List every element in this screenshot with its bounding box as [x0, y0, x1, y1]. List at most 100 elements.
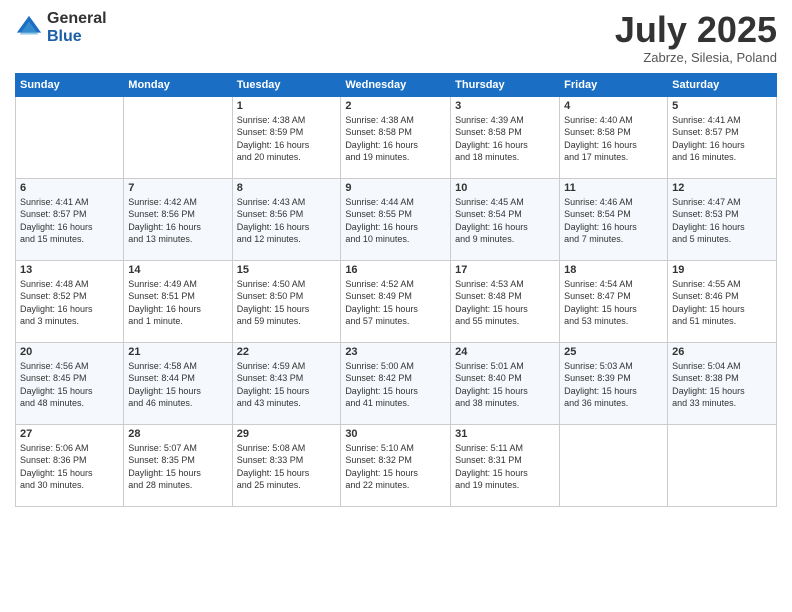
logo-blue: Blue [47, 28, 107, 46]
calendar-cell: 4 Sunrise: 4:40 AM Sunset: 8:58 PM Daylig… [560, 96, 668, 178]
title-block: July 2025 Zabrze, Silesia, Poland [615, 10, 777, 65]
calendar-cell: 9 Sunrise: 4:44 AM Sunset: 8:55 PM Daylig… [341, 178, 451, 260]
day-info: Sunrise: 4:38 AM Sunset: 8:59 PM Dayligh… [237, 114, 337, 164]
day-info: Sunrise: 4:38 AM Sunset: 8:58 PM Dayligh… [345, 114, 446, 164]
day-number: 5 [672, 100, 772, 112]
calendar-cell: 31 Sunrise: 5:11 AM Sunset: 8:31 PM Dayli… [451, 424, 560, 506]
calendar-week-0: 1 Sunrise: 4:38 AM Sunset: 8:59 PM Daylig… [16, 96, 777, 178]
calendar-cell: 30 Sunrise: 5:10 AM Sunset: 8:32 PM Dayli… [341, 424, 451, 506]
day-info: Sunrise: 5:00 AM Sunset: 8:42 PM Dayligh… [345, 360, 446, 410]
day-info: Sunrise: 4:41 AM Sunset: 8:57 PM Dayligh… [672, 114, 772, 164]
calendar-cell: 20 Sunrise: 4:56 AM Sunset: 8:45 PM Dayli… [16, 342, 124, 424]
calendar-cell: 10Sunrise: 4:45 AM Sunset: 8:54 PM Dayli… [451, 178, 560, 260]
col-monday: Monday [124, 73, 232, 96]
day-info: Sunrise: 4:39 AM Sunset: 8:58 PM Dayligh… [455, 114, 555, 164]
subtitle: Zabrze, Silesia, Poland [615, 50, 777, 65]
day-number: 4 [564, 100, 663, 112]
day-info: Sunrise: 5:06 AM Sunset: 8:36 PM Dayligh… [20, 442, 119, 492]
day-number: 26 [672, 346, 772, 358]
day-number: 15 [237, 264, 337, 276]
day-number: 16 [345, 264, 446, 276]
day-info: Sunrise: 4:47 AM Sunset: 8:53 PM Dayligh… [672, 196, 772, 246]
calendar-cell: 18Sunrise: 4:54 AM Sunset: 8:47 PM Dayli… [560, 260, 668, 342]
calendar-cell [668, 424, 777, 506]
calendar-cell: 28Sunrise: 5:07 AM Sunset: 8:35 PM Dayli… [124, 424, 232, 506]
day-number: 1 [237, 100, 337, 112]
day-info: Sunrise: 4:59 AM Sunset: 8:43 PM Dayligh… [237, 360, 337, 410]
calendar-week-1: 6 Sunrise: 4:41 AM Sunset: 8:57 PM Daylig… [16, 178, 777, 260]
day-number: 24 [455, 346, 555, 358]
header-row: Sunday Monday Tuesday Wednesday Thursday… [16, 73, 777, 96]
day-info: Sunrise: 4:42 AM Sunset: 8:56 PM Dayligh… [128, 196, 227, 246]
day-info: Sunrise: 5:03 AM Sunset: 8:39 PM Dayligh… [564, 360, 663, 410]
day-number: 31 [455, 428, 555, 440]
calendar-week-3: 20 Sunrise: 4:56 AM Sunset: 8:45 PM Dayli… [16, 342, 777, 424]
logo-icon [15, 14, 43, 42]
day-info: Sunrise: 5:11 AM Sunset: 8:31 PM Dayligh… [455, 442, 555, 492]
calendar-cell: 6 Sunrise: 4:41 AM Sunset: 8:57 PM Daylig… [16, 178, 124, 260]
calendar-cell: 14Sunrise: 4:49 AM Sunset: 8:51 PM Dayli… [124, 260, 232, 342]
day-info: Sunrise: 5:04 AM Sunset: 8:38 PM Dayligh… [672, 360, 772, 410]
day-info: Sunrise: 5:08 AM Sunset: 8:33 PM Dayligh… [237, 442, 337, 492]
day-info: Sunrise: 4:41 AM Sunset: 8:57 PM Dayligh… [20, 196, 119, 246]
col-sunday: Sunday [16, 73, 124, 96]
col-wednesday: Wednesday [341, 73, 451, 96]
day-number: 19 [672, 264, 772, 276]
day-info: Sunrise: 4:44 AM Sunset: 8:55 PM Dayligh… [345, 196, 446, 246]
day-number: 9 [345, 182, 446, 194]
calendar-cell: 17 Sunrise: 4:53 AM Sunset: 8:48 PM Dayli… [451, 260, 560, 342]
calendar-cell: 29 Sunrise: 5:08 AM Sunset: 8:33 PM Dayli… [232, 424, 341, 506]
day-number: 27 [20, 428, 119, 440]
day-info: Sunrise: 5:01 AM Sunset: 8:40 PM Dayligh… [455, 360, 555, 410]
calendar-cell: 16 Sunrise: 4:52 AM Sunset: 8:49 PM Dayli… [341, 260, 451, 342]
calendar-cell: 3 Sunrise: 4:39 AM Sunset: 8:58 PM Daylig… [451, 96, 560, 178]
day-number: 30 [345, 428, 446, 440]
header: General Blue July 2025 Zabrze, Silesia, … [15, 10, 777, 65]
day-info: Sunrise: 4:58 AM Sunset: 8:44 PM Dayligh… [128, 360, 227, 410]
day-number: 6 [20, 182, 119, 194]
calendar-cell: 24 Sunrise: 5:01 AM Sunset: 8:40 PM Dayli… [451, 342, 560, 424]
day-number: 25 [564, 346, 663, 358]
calendar-cell: 2Sunrise: 4:38 AM Sunset: 8:58 PM Daylig… [341, 96, 451, 178]
calendar-cell: 23 Sunrise: 5:00 AM Sunset: 8:42 PM Dayli… [341, 342, 451, 424]
logo-general: General [47, 10, 107, 28]
day-info: Sunrise: 5:10 AM Sunset: 8:32 PM Dayligh… [345, 442, 446, 492]
day-info: Sunrise: 4:40 AM Sunset: 8:58 PM Dayligh… [564, 114, 663, 164]
col-tuesday: Tuesday [232, 73, 341, 96]
calendar-cell: 8Sunrise: 4:43 AM Sunset: 8:56 PM Daylig… [232, 178, 341, 260]
day-number: 8 [237, 182, 337, 194]
day-number: 13 [20, 264, 119, 276]
day-number: 7 [128, 182, 227, 194]
calendar-cell: 7 Sunrise: 4:42 AM Sunset: 8:56 PM Daylig… [124, 178, 232, 260]
day-info: Sunrise: 4:48 AM Sunset: 8:52 PM Dayligh… [20, 278, 119, 328]
col-friday: Friday [560, 73, 668, 96]
calendar-cell: 12 Sunrise: 4:47 AM Sunset: 8:53 PM Dayli… [668, 178, 777, 260]
calendar-week-4: 27 Sunrise: 5:06 AM Sunset: 8:36 PM Dayli… [16, 424, 777, 506]
day-number: 20 [20, 346, 119, 358]
day-number: 21 [128, 346, 227, 358]
day-number: 22 [237, 346, 337, 358]
calendar-cell: 25 Sunrise: 5:03 AM Sunset: 8:39 PM Dayli… [560, 342, 668, 424]
day-info: Sunrise: 4:45 AM Sunset: 8:54 PM Dayligh… [455, 196, 555, 246]
day-number: 29 [237, 428, 337, 440]
day-number: 3 [455, 100, 555, 112]
day-number: 11 [564, 182, 663, 194]
calendar-week-2: 13 Sunrise: 4:48 AM Sunset: 8:52 PM Dayli… [16, 260, 777, 342]
day-info: Sunrise: 4:53 AM Sunset: 8:48 PM Dayligh… [455, 278, 555, 328]
day-info: Sunrise: 4:55 AM Sunset: 8:46 PM Dayligh… [672, 278, 772, 328]
calendar-cell: 11 Sunrise: 4:46 AM Sunset: 8:54 PM Dayli… [560, 178, 668, 260]
page: General Blue July 2025 Zabrze, Silesia, … [0, 0, 792, 612]
calendar-cell: 13 Sunrise: 4:48 AM Sunset: 8:52 PM Dayli… [16, 260, 124, 342]
day-info: Sunrise: 4:56 AM Sunset: 8:45 PM Dayligh… [20, 360, 119, 410]
day-number: 23 [345, 346, 446, 358]
calendar-cell: 15 Sunrise: 4:50 AM Sunset: 8:50 PM Dayli… [232, 260, 341, 342]
day-number: 18 [564, 264, 663, 276]
day-info: Sunrise: 4:50 AM Sunset: 8:50 PM Dayligh… [237, 278, 337, 328]
calendar-cell: 5 Sunrise: 4:41 AM Sunset: 8:57 PM Daylig… [668, 96, 777, 178]
day-number: 17 [455, 264, 555, 276]
day-info: Sunrise: 4:52 AM Sunset: 8:49 PM Dayligh… [345, 278, 446, 328]
day-number: 12 [672, 182, 772, 194]
day-number: 14 [128, 264, 227, 276]
logo-text: General Blue [47, 10, 107, 45]
day-info: Sunrise: 4:46 AM Sunset: 8:54 PM Dayligh… [564, 196, 663, 246]
